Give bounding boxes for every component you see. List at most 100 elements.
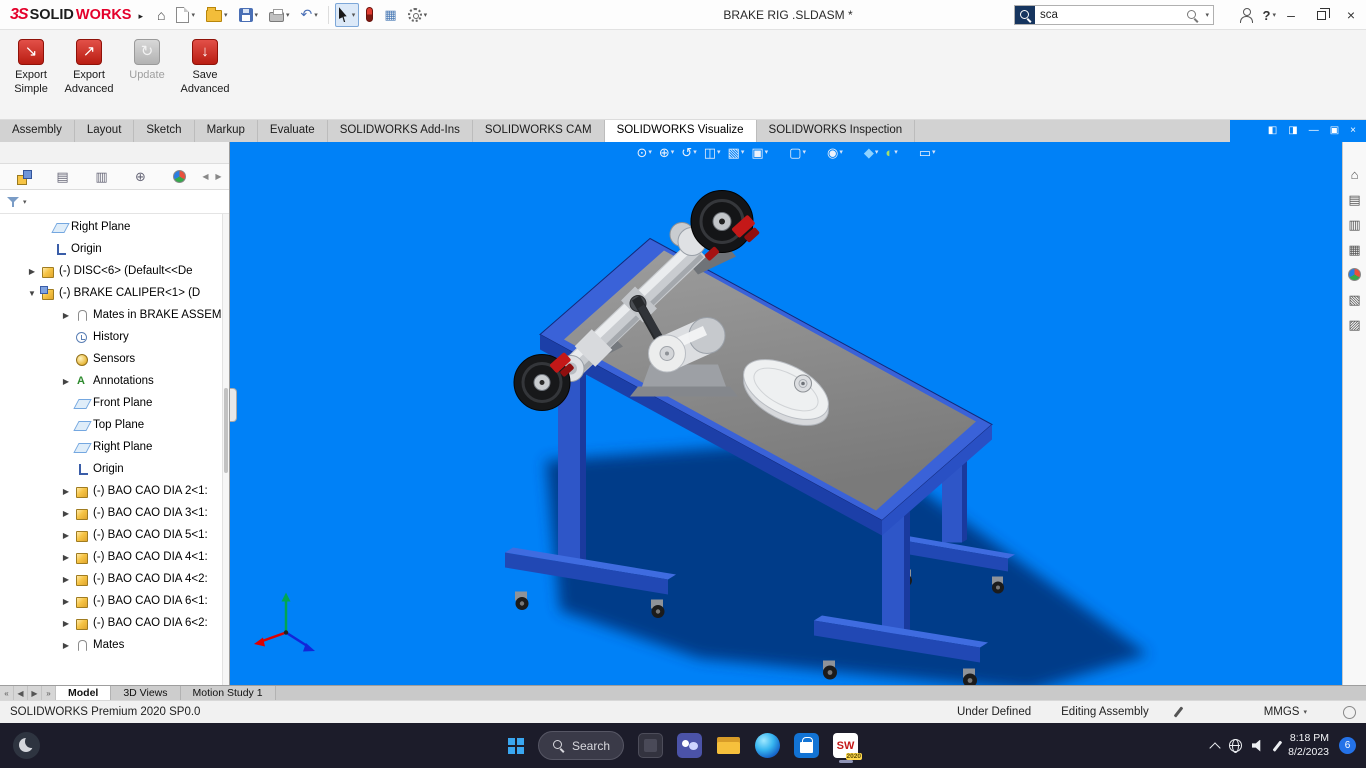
command-tab[interactable]: Markup — [195, 120, 258, 142]
view-tool-button[interactable]: ↺ ▾ — [681, 146, 696, 159]
teams-app-icon[interactable] — [677, 733, 703, 758]
dimxpert-tab[interactable]: ⊕ — [121, 169, 160, 185]
chevron-down-icon[interactable]: ▾ — [424, 11, 428, 19]
tree-item[interactable]: ▶ Annotations — [0, 370, 229, 392]
expander-icon[interactable]: ▶ — [58, 531, 74, 540]
view-tool-button[interactable]: ▧ ▾ — [728, 146, 745, 159]
chevron-down-icon[interactable]: ▾ — [802, 149, 806, 156]
command-tab[interactable]: SOLIDWORKS Inspection — [757, 120, 916, 142]
search-input[interactable] — [1035, 9, 1187, 21]
displaymanager-tab[interactable] — [160, 170, 199, 183]
viewport-window-control-icon[interactable]: × — [1350, 126, 1356, 136]
configurationmanager-tab[interactable]: ▥ — [82, 169, 121, 185]
chevron-down-icon[interactable]: ▾ — [224, 11, 228, 19]
user-account-icon[interactable] — [1239, 8, 1253, 23]
filter-funnel-icon[interactable] — [7, 195, 20, 208]
expander-icon[interactable]: ▶ — [58, 619, 74, 628]
command-tab[interactable]: SOLIDWORKS Visualize — [604, 120, 757, 142]
tree-item[interactable]: ▶ (-) BAO CAO DIA 6<2: — [0, 612, 229, 634]
save-button[interactable]: ▾ — [235, 3, 263, 27]
expander-icon[interactable]: ▶ — [58, 553, 74, 562]
panel-splitter-handle[interactable] — [230, 388, 237, 422]
notification-badge[interactable]: 6 — [1339, 737, 1356, 754]
command-tab[interactable]: SOLIDWORKS Add-Ins — [328, 120, 473, 142]
pen-input-icon[interactable] — [1272, 740, 1282, 751]
weather-widget-icon[interactable] — [13, 732, 40, 759]
tree-item[interactable]: Origin — [0, 238, 229, 260]
undo-button[interactable]: ↶ ▾ — [297, 3, 322, 27]
viewport-window-control-icon[interactable]: ◧ — [1268, 126, 1277, 136]
view-tool-button[interactable]: ▢ ▾ — [789, 146, 806, 159]
tree-item[interactable]: ▶ (-) DISC<6> (Default<<De — [0, 260, 229, 282]
close-button[interactable]: × — [1336, 0, 1366, 30]
chevron-down-icon[interactable]: ▾ — [932, 149, 936, 156]
panel-scrollbar[interactable] — [222, 214, 229, 685]
chevron-down-icon[interactable]: ▾ — [286, 11, 290, 19]
propertymanager-tab[interactable]: ▤ — [43, 169, 82, 185]
expander-icon[interactable]: ▶ — [24, 267, 40, 276]
viewport-window-control-icon[interactable]: — — [1309, 126, 1319, 136]
chevron-down-icon[interactable]: ▾ — [648, 149, 652, 156]
select-tool-button[interactable]: ▾ — [334, 2, 360, 27]
logo-flyout-icon[interactable]: ▸ — [138, 11, 143, 22]
search-scope-icon[interactable] — [1015, 6, 1035, 24]
command-tab[interactable]: Evaluate — [258, 120, 328, 142]
ribbon-button[interactable]: ↗ Export Advanced — [60, 34, 118, 110]
command-tab[interactable]: SOLIDWORKS CAM — [473, 120, 605, 142]
grid-tool-button[interactable]: ▦ — [380, 3, 400, 27]
document-tab[interactable]: 3D Views — [111, 686, 181, 700]
panel-scrollbar-thumb[interactable] — [224, 388, 228, 474]
taskbar-clock[interactable]: 8:18 PM 8/2/2023 — [1288, 732, 1329, 759]
chevron-down-icon[interactable]: ▾ — [191, 11, 195, 19]
capsule-tool-button[interactable] — [362, 3, 377, 27]
tree-item[interactable]: Top Plane — [0, 414, 229, 436]
command-tab[interactable]: Assembly — [0, 120, 75, 142]
tree-item[interactable]: ▶ (-) BAO CAO DIA 2<1: — [0, 480, 229, 502]
tree-item[interactable]: Front Plane — [0, 392, 229, 414]
tab-scroll-button[interactable]: « — [0, 686, 14, 700]
tree-item[interactable]: Right Plane — [0, 436, 229, 458]
chevron-down-icon[interactable]: ▾ — [894, 149, 898, 156]
solidworks-app-button[interactable]: SW 2020 — [833, 733, 863, 763]
task-pane-icon[interactable]: ▦ — [1348, 243, 1360, 256]
viewport-window-control-icon[interactable]: ◨ — [1288, 126, 1297, 136]
task-pane-icon[interactable]: ⌂ — [1351, 168, 1359, 181]
tree-item[interactable]: Origin — [0, 458, 229, 480]
task-pane-icon[interactable]: ▨ — [1348, 318, 1360, 331]
expander-icon[interactable]: ▶ — [58, 641, 74, 650]
microsoft-store-app-icon[interactable] — [794, 733, 820, 758]
search-icon[interactable] — [1186, 9, 1199, 22]
viewport-3d-model[interactable] — [230, 142, 1342, 685]
view-tool-button[interactable]: ◉ ▾ — [827, 146, 843, 159]
task-pane-icon[interactable] — [1348, 268, 1361, 281]
chevron-down-icon[interactable]: ▾ — [693, 149, 697, 156]
home-button[interactable]: ⌂ — [153, 3, 169, 27]
expander-icon[interactable]: ▶ — [58, 575, 74, 584]
options-button[interactable]: ▾ — [404, 3, 432, 27]
chevron-down-icon[interactable]: ▾ — [839, 149, 843, 156]
chevron-down-icon[interactable]: ▾ — [1205, 11, 1209, 19]
expander-icon[interactable]: ▶ — [58, 487, 74, 496]
ribbon-button[interactable]: ↻ Update — [118, 34, 176, 110]
status-circle-icon[interactable] — [1343, 705, 1356, 719]
view-tool-button[interactable]: ▭ ▾ — [919, 146, 936, 159]
tree-item[interactable]: ▶ (-) BAO CAO DIA 4<2: — [0, 568, 229, 590]
document-tab[interactable]: Model — [56, 686, 112, 700]
chevron-down-icon[interactable]: ▾ — [23, 198, 27, 206]
help-button[interactable]: ? — [1263, 8, 1271, 23]
tree-item[interactable]: ▶ Mates in BRAKE ASSEM — [0, 304, 229, 326]
search-box[interactable]: ▾ — [1014, 5, 1214, 25]
restore-button[interactable] — [1306, 0, 1336, 30]
tree-item[interactable]: Sensors — [0, 348, 229, 370]
expander-icon[interactable]: ▶ — [58, 311, 74, 320]
view-tool-button[interactable]: ◆ ▾ — [864, 146, 879, 159]
graphics-viewport[interactable]: ⊙ ▾ ⊕ ▾ ↺ ▾ ◫ ▾ ▧ ▾ ▣ ▾ ▢ ▾ ◉ ▾ ◆ ▾ ◐ ▾ … — [230, 142, 1342, 685]
print-button[interactable]: ▾ — [265, 3, 294, 27]
view-tool-button[interactable]: ▣ ▾ — [751, 146, 768, 159]
expander-icon[interactable]: ▶ — [58, 377, 74, 386]
minimize-button[interactable]: – — [1276, 0, 1306, 30]
chevron-down-icon[interactable]: ▾ — [765, 149, 769, 156]
tree-item[interactable]: ▶ Mates — [0, 634, 229, 656]
tree-item[interactable]: ▼ (-) BRAKE CALIPER<1> (D — [0, 282, 229, 304]
command-tab[interactable]: Sketch — [134, 120, 195, 142]
